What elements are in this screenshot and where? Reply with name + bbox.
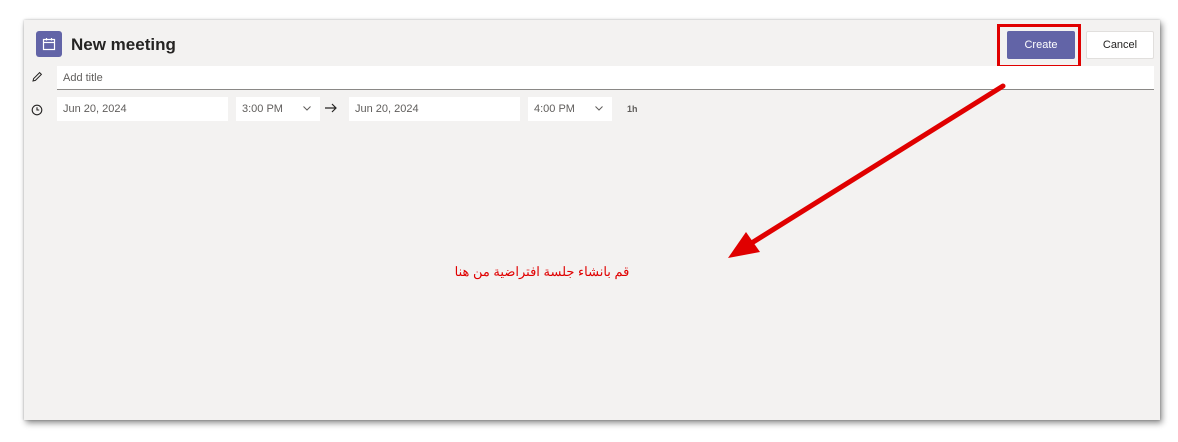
clock-icon	[30, 103, 44, 117]
page-title: New meeting	[71, 35, 176, 54]
start-time-select[interactable]: 3:00 PM	[236, 97, 320, 121]
end-date-value: Jun 20, 2024	[355, 103, 419, 115]
start-date-field[interactable]: Jun 20, 2024	[57, 97, 228, 121]
pencil-icon	[30, 70, 44, 84]
highlight-box	[997, 24, 1081, 68]
start-time-value: 3:00 PM	[242, 103, 283, 115]
end-time-value: 4:00 PM	[534, 103, 575, 115]
duration-label: 1h	[627, 104, 638, 114]
annotation-text: قم بانشاء جلسة افتراضية من هنا	[454, 264, 630, 279]
end-date-field[interactable]: Jun 20, 2024	[349, 97, 520, 121]
calendar-icon	[36, 31, 62, 57]
arrow-right-icon	[324, 101, 338, 119]
chevron-down-icon	[594, 103, 604, 116]
start-date-value: Jun 20, 2024	[63, 103, 127, 115]
chevron-down-icon	[302, 103, 312, 116]
cancel-button[interactable]: Cancel	[1086, 31, 1154, 59]
end-time-select[interactable]: 4:00 PM	[528, 97, 612, 121]
title-input[interactable]	[57, 66, 1154, 90]
